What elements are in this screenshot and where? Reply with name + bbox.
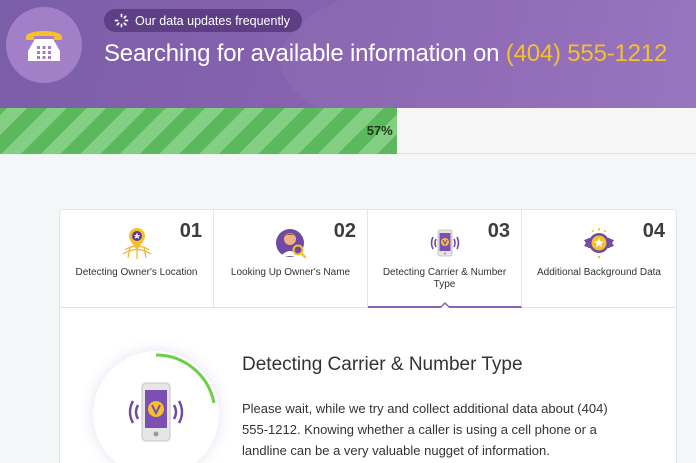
step-carrier[interactable]: 03 Detecting Carrier & Number Type bbox=[368, 210, 522, 308]
step-label: Detecting Carrier & Number Type bbox=[382, 267, 507, 290]
step-background[interactable]: 04 Additional Background Data bbox=[522, 210, 676, 308]
step-label: Additional Background Data bbox=[537, 267, 661, 278]
progress-fill: 57% bbox=[0, 108, 397, 154]
page-title: Searching for available information on (… bbox=[104, 40, 667, 68]
steps-panel: 01 Detecting Owner's Location 02 Looking… bbox=[59, 209, 677, 463]
refresh-icon bbox=[114, 13, 129, 28]
step-number: 02 bbox=[333, 220, 356, 242]
search-progress-bar: 57% bbox=[0, 108, 696, 154]
step-progress-ring bbox=[93, 351, 219, 463]
detail-title: Detecting Carrier & Number Type bbox=[242, 354, 523, 375]
progress-label: 57% bbox=[366, 123, 393, 138]
location-pin-icon bbox=[122, 228, 152, 259]
badge-text: Our data updates frequently bbox=[135, 13, 290, 28]
award-badge-icon bbox=[584, 228, 614, 259]
step-label: Looking Up Owner's Name bbox=[230, 267, 351, 278]
logo bbox=[6, 7, 82, 83]
step-location[interactable]: 01 Detecting Owner's Location bbox=[60, 210, 214, 308]
data-updates-badge: Our data updates frequently bbox=[104, 9, 302, 32]
mobile-signal-icon bbox=[430, 229, 460, 257]
telephone-icon bbox=[26, 31, 62, 61]
step-number: 03 bbox=[487, 220, 510, 242]
phone-number: (404) 555-1212 bbox=[505, 40, 668, 67]
step-number: 04 bbox=[642, 220, 665, 242]
step-label: Detecting Owner's Location bbox=[75, 267, 198, 278]
step-number: 01 bbox=[179, 220, 202, 242]
step-tabs: 01 Detecting Owner's Location 02 Looking… bbox=[60, 210, 676, 308]
mobile-signal-icon bbox=[128, 382, 184, 442]
header-banner: Our data updates frequently Searching fo… bbox=[0, 0, 696, 108]
detail-description: Please wait, while we try and collect ad… bbox=[242, 401, 608, 458]
title-prefix: Searching for available information on bbox=[104, 40, 500, 67]
person-search-icon bbox=[276, 229, 307, 259]
step-name[interactable]: 02 Looking Up Owner's Name bbox=[214, 210, 368, 308]
